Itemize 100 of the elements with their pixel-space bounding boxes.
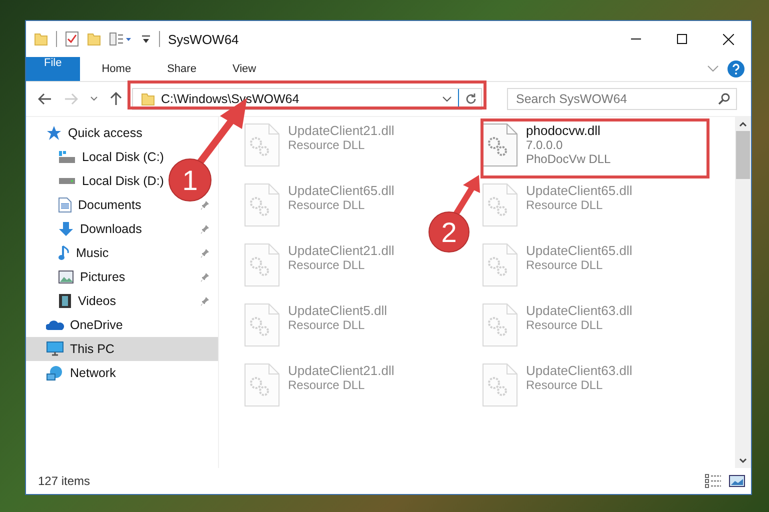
properties-icon[interactable]	[65, 31, 79, 47]
dll-file-icon	[482, 123, 518, 167]
file-name: UpdateClient21.dll	[288, 123, 394, 138]
pin-icon[interactable]	[200, 248, 210, 258]
close-icon	[722, 34, 734, 44]
dropdown-icon[interactable]	[442, 96, 452, 102]
cloud-icon	[46, 319, 64, 331]
film-icon	[58, 293, 72, 309]
window-title: SysWOW64	[168, 32, 239, 46]
ribbon-tab[interactable]: Home	[88, 57, 146, 81]
file-description: Resource DLL	[526, 378, 604, 392]
pin-icon[interactable]	[200, 224, 210, 234]
refresh-icon[interactable]	[465, 93, 477, 105]
large-icons-view-icon[interactable]	[729, 474, 745, 488]
music-note-icon	[58, 245, 70, 261]
back-arrow-icon[interactable]	[38, 93, 52, 105]
dll-file-icon	[482, 243, 518, 287]
nav-item[interactable]: Local Disk (C:)	[26, 145, 172, 169]
nav-label: Music	[76, 246, 109, 260]
file-description: Resource DLL	[288, 138, 366, 152]
nav-item[interactable]: Quick access	[26, 121, 218, 145]
nav-label: Local Disk (C:)	[82, 150, 164, 164]
file-description: Resource DLL	[288, 198, 366, 212]
scroll-up-icon[interactable]	[739, 121, 747, 127]
file-name: UpdateClient21.dll	[288, 363, 394, 378]
dll-file-icon	[244, 243, 280, 287]
nav-item[interactable]: Network	[26, 361, 218, 385]
nav-label: OneDrive	[70, 318, 123, 332]
nav-item[interactable]: This PC	[26, 337, 218, 361]
file-description: Resource DLL	[288, 258, 366, 272]
pin-icon[interactable]	[200, 272, 210, 282]
file-version: 7.0.0.0	[526, 138, 564, 152]
file-name: UpdateClient21.dll	[288, 243, 394, 258]
file-description: Resource DLL	[288, 318, 366, 332]
callout-arrow	[453, 175, 480, 216]
pin-icon[interactable]	[200, 200, 210, 210]
file-name: UpdateClient65.dll	[526, 243, 632, 258]
file-name: UpdateClient65.dll	[526, 183, 632, 198]
drive-icon	[58, 150, 76, 164]
scrollbar-thumb[interactable]	[736, 131, 750, 179]
file-name: UpdateClient65.dll	[288, 183, 394, 198]
file-menu-tab[interactable]: File	[26, 57, 80, 81]
maximize-icon	[677, 34, 687, 44]
item-count: 127 items	[38, 474, 90, 488]
recent-locations-icon[interactable]	[90, 96, 98, 102]
dll-file-icon	[482, 183, 518, 227]
dll-file-icon	[244, 123, 280, 167]
step-badge	[168, 158, 212, 202]
file-name: phodocvw.dll	[526, 123, 602, 138]
dropdown-icon[interactable]	[141, 33, 151, 45]
picture-icon	[58, 270, 74, 284]
file-description: Resource DLL	[526, 258, 604, 272]
folder-icon	[141, 92, 155, 106]
nav-item[interactable]: Local Disk (D:)	[26, 169, 172, 193]
nav-label: Pictures	[80, 270, 126, 284]
details-view-icon[interactable]	[705, 474, 721, 488]
nav-item[interactable]: OneDrive	[26, 313, 218, 337]
nav-label: Quick access	[68, 126, 142, 140]
file-name: UpdateClient63.dll	[526, 303, 632, 318]
nav-label: This PC	[70, 342, 114, 356]
step-number: 2	[441, 217, 457, 248]
monitor-icon	[46, 341, 64, 357]
search-icon	[718, 93, 730, 105]
file-description: Resource DLL	[526, 198, 604, 212]
nav-label: Downloads	[80, 222, 142, 236]
nav-label: Documents	[78, 198, 142, 212]
up-arrow-icon[interactable]	[110, 92, 122, 106]
nav-item[interactable]: Documents	[26, 193, 150, 217]
dll-file-icon	[482, 363, 518, 407]
file-name: UpdateClient5.dll	[288, 303, 388, 318]
nav-item[interactable]: Music	[26, 241, 117, 265]
file-description: Resource DLL	[288, 378, 366, 392]
step-badge	[428, 212, 470, 252]
expand-ribbon-icon[interactable]	[707, 65, 719, 73]
ribbon-tab[interactable]: View	[218, 57, 270, 81]
file-item[interactable]: phodocvw.dll 7.0.0.0 PhoDocVw DLL	[479, 120, 614, 170]
customize-toolbar-icon[interactable]	[109, 32, 133, 46]
nav-label: Network	[70, 366, 116, 380]
nav-label: Videos	[78, 294, 116, 308]
search-field[interactable]: Search SysWOW64	[507, 88, 737, 110]
file-name: UpdateClient63.dll	[526, 363, 632, 378]
help-icon[interactable]	[727, 60, 745, 78]
step-number: 1	[182, 165, 198, 196]
pin-icon[interactable]	[200, 296, 210, 306]
document-icon	[58, 197, 72, 213]
nav-item[interactable]: Downloads	[26, 217, 150, 241]
dll-file-icon	[244, 303, 280, 347]
nav-item[interactable]: Pictures	[26, 265, 134, 289]
star-icon	[46, 125, 62, 141]
drive-icon	[58, 178, 76, 184]
file-description: Resource DLL	[526, 318, 604, 332]
scroll-down-icon[interactable]	[739, 458, 747, 464]
ribbon-tab[interactable]: Share	[153, 57, 210, 81]
nav-label: Local Disk (D:)	[82, 174, 164, 188]
dll-file-icon	[482, 303, 518, 347]
address-path: C:\Windows\SysWOW64	[161, 92, 300, 106]
scrollbar[interactable]	[735, 117, 751, 468]
file-description: PhoDocVw DLL	[526, 152, 611, 166]
dll-file-icon	[244, 363, 280, 407]
nav-item[interactable]: Videos	[26, 289, 124, 313]
